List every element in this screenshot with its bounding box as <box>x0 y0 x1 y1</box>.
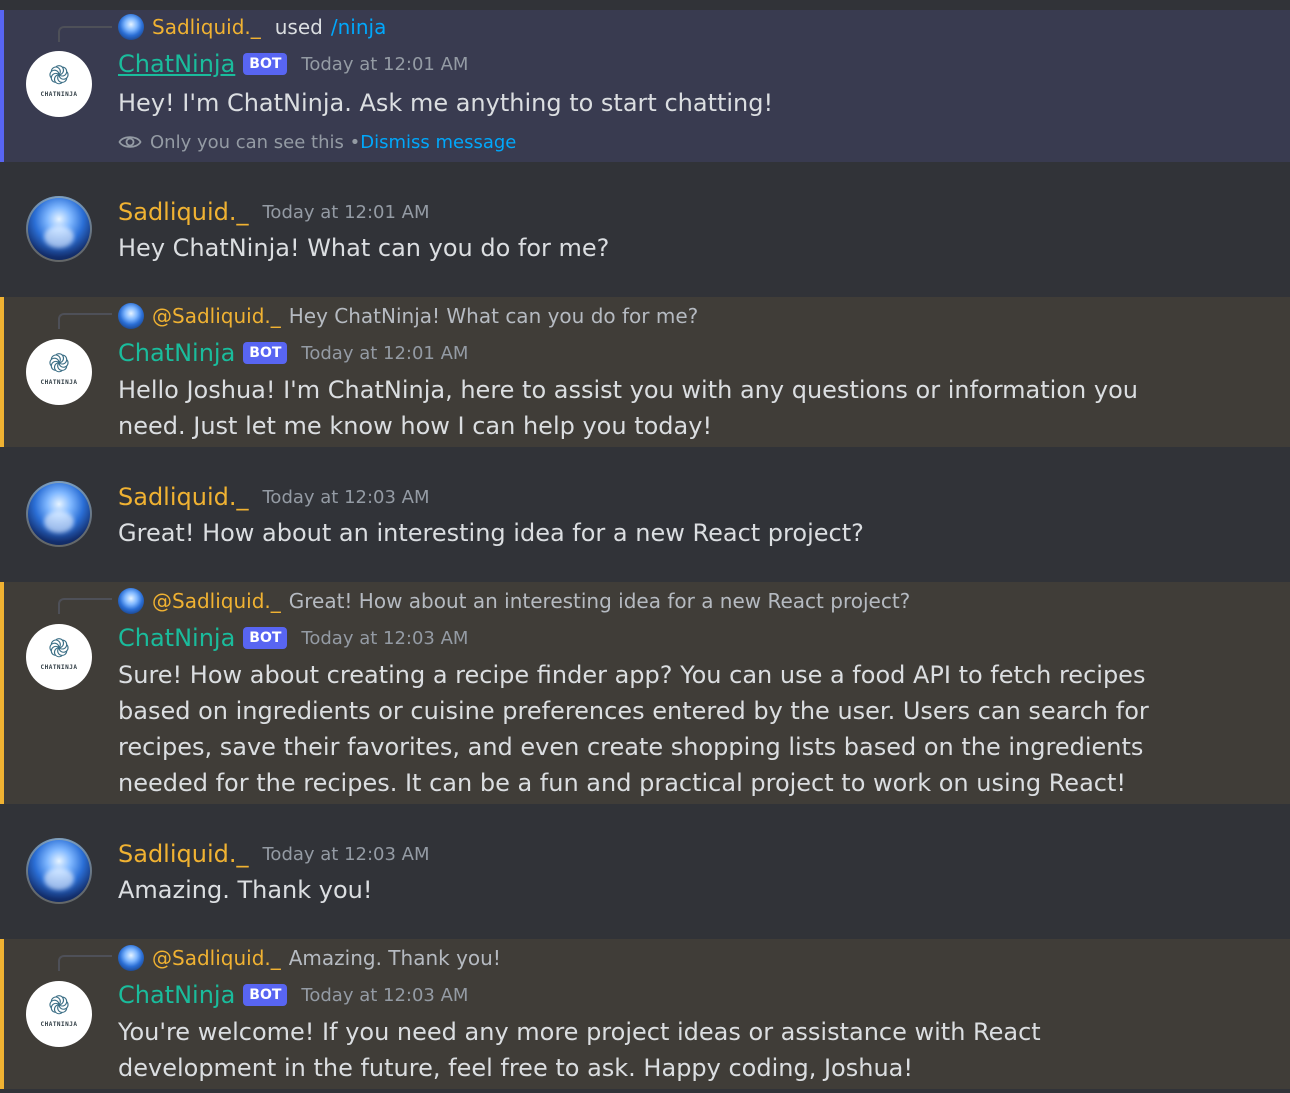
reply-reference[interactable]: @Sadliquid._ Great! How about an interes… <box>118 588 910 614</box>
message-header: ChatNinja BOT Today at 12:01 AM <box>118 50 468 78</box>
bot-avatar[interactable]: ֎ CHATNINJA <box>26 624 92 690</box>
dismiss-message-link[interactable]: Dismiss message <box>360 132 516 153</box>
timestamp[interactable]: Today at 12:01 AM <box>301 54 468 75</box>
author-name[interactable]: Sadliquid._ <box>118 483 249 511</box>
bot-badge: BOT <box>243 627 288 649</box>
message-text: Hey ChatNinja! What can you do for me? <box>118 234 610 262</box>
message-ephemeral: Sadliquid._ used /ninja ֎ CHATNINJA ChatN… <box>0 10 1290 162</box>
author-name[interactable]: Sadliquid._ <box>118 840 249 868</box>
command-user-name[interactable]: Sadliquid._ <box>152 15 261 39</box>
message-user: Sadliquid._ Today at 12:01 AM Hey ChatNi… <box>0 180 1290 290</box>
message-text: Hey! I'm ChatNinja. Ask me anything to s… <box>118 89 774 117</box>
bot-avatar[interactable]: ֎ CHATNINJA <box>26 51 92 117</box>
user-avatar[interactable] <box>26 196 92 262</box>
bot-badge: BOT <box>243 53 288 75</box>
user-avatar[interactable] <box>26 838 92 904</box>
reply-user-avatar[interactable] <box>118 588 144 614</box>
bot-avatar-text: CHATNINJA <box>40 1021 78 1028</box>
reply-user-mention[interactable]: @Sadliquid._ <box>152 304 281 328</box>
message-text: Sure! How about creating a recipe finder… <box>118 661 1149 797</box>
timestamp[interactable]: Today at 12:03 AM <box>263 844 430 865</box>
message-header: Sadliquid._ Today at 12:03 AM <box>118 483 430 511</box>
swirl-icon: ֎ <box>48 991 70 1021</box>
reply-connector <box>58 955 112 971</box>
ephemeral-note: Only you can see this • Dismiss message <box>118 130 516 154</box>
message-bot-reply: @Sadliquid._ Great! How about an interes… <box>0 582 1290 804</box>
author-name[interactable]: ChatNinja <box>118 981 235 1009</box>
bot-avatar-text: CHATNINJA <box>40 664 78 671</box>
message-bot-reply: @Sadliquid._ Hey ChatNinja! What can you… <box>0 297 1290 447</box>
message-text: Hello Joshua! I'm ChatNinja, here to ass… <box>118 376 1138 440</box>
message-header: ChatNinja BOT Today at 12:03 AM <box>118 624 468 652</box>
timestamp[interactable]: Today at 12:03 AM <box>301 628 468 649</box>
message-header: Sadliquid._ Today at 12:03 AM <box>118 840 430 868</box>
timestamp[interactable]: Today at 12:03 AM <box>263 487 430 508</box>
only-you-text: Only you can see this • <box>150 131 361 153</box>
reply-user-avatar[interactable] <box>118 945 144 971</box>
command-reference[interactable]: Sadliquid._ used /ninja <box>118 14 386 40</box>
reply-preview[interactable]: Great! How about an interesting idea for… <box>289 589 911 613</box>
message-user: Sadliquid._ Today at 12:03 AM Great! How… <box>0 465 1290 575</box>
swirl-icon: ֎ <box>48 634 70 664</box>
command-name[interactable]: /ninja <box>331 15 386 39</box>
swirl-icon: ֎ <box>48 349 70 379</box>
reply-preview[interactable]: Hey ChatNinja! What can you do for me? <box>289 304 699 328</box>
reply-user-mention[interactable]: @Sadliquid._ <box>152 589 281 613</box>
bot-avatar[interactable]: ֎ CHATNINJA <box>26 981 92 1047</box>
used-label: used <box>274 15 323 39</box>
timestamp[interactable]: Today at 12:01 AM <box>301 343 468 364</box>
bot-badge: BOT <box>243 342 288 364</box>
reply-connector <box>58 313 112 329</box>
timestamp[interactable]: Today at 12:01 AM <box>263 202 430 223</box>
author-name[interactable]: ChatNinja <box>118 624 235 652</box>
bot-badge: BOT <box>243 984 288 1006</box>
reply-connector <box>58 598 112 614</box>
user-avatar[interactable] <box>26 481 92 547</box>
message-user: Sadliquid._ Today at 12:03 AM Amazing. T… <box>0 822 1290 932</box>
bot-avatar[interactable]: ֎ CHATNINJA <box>26 339 92 405</box>
message-header: ChatNinja BOT Today at 12:01 AM <box>118 339 468 367</box>
message-header: Sadliquid._ Today at 12:01 AM <box>118 198 430 226</box>
message-text: Amazing. Thank you! <box>118 876 373 904</box>
reply-user-avatar[interactable] <box>118 303 144 329</box>
message-header: ChatNinja BOT Today at 12:03 AM <box>118 981 468 1009</box>
message-text: Great! How about an interesting idea for… <box>118 519 864 547</box>
command-user-avatar[interactable] <box>118 14 144 40</box>
author-name[interactable]: ChatNinja <box>118 50 235 78</box>
reply-reference[interactable]: @Sadliquid._ Amazing. Thank you! <box>118 945 501 971</box>
swirl-icon: ֎ <box>48 61 70 91</box>
timestamp[interactable]: Today at 12:03 AM <box>301 985 468 1006</box>
message-text: You're welcome! If you need any more pro… <box>118 1018 1041 1082</box>
reply-connector <box>58 26 112 42</box>
bot-avatar-text: CHATNINJA <box>40 91 78 98</box>
reply-reference[interactable]: @Sadliquid._ Hey ChatNinja! What can you… <box>118 303 698 329</box>
eye-icon <box>118 136 142 148</box>
reply-user-mention[interactable]: @Sadliquid._ <box>152 946 281 970</box>
message-bot-reply: @Sadliquid._ Amazing. Thank you! ֎ CHATNI… <box>0 939 1290 1089</box>
bot-avatar-text: CHATNINJA <box>40 379 78 386</box>
author-name[interactable]: Sadliquid._ <box>118 198 249 226</box>
reply-preview[interactable]: Amazing. Thank you! <box>289 946 501 970</box>
author-name[interactable]: ChatNinja <box>118 339 235 367</box>
